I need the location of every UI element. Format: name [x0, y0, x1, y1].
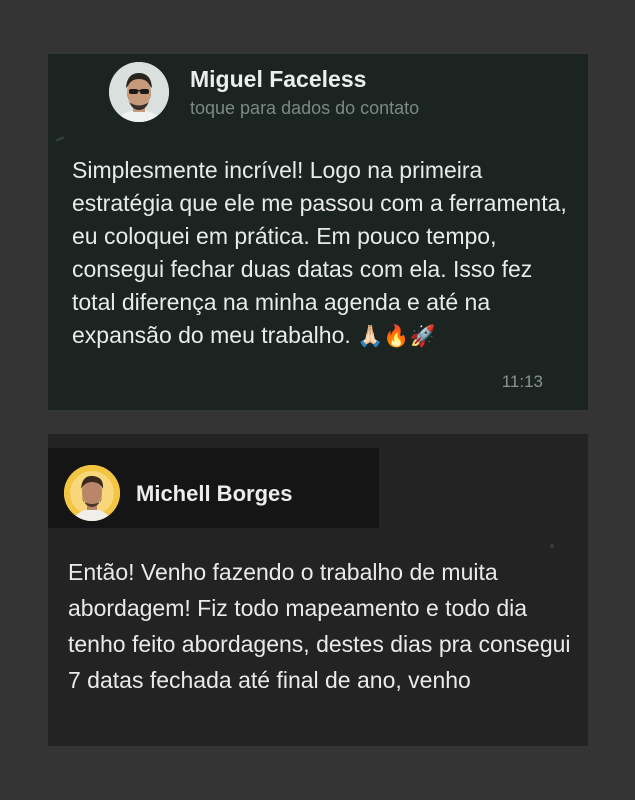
- message-text: Então! Venho fazendo o trabalho de muita…: [68, 559, 571, 693]
- contact-name[interactable]: Miguel Faceless: [190, 66, 366, 93]
- avatar-michell-icon[interactable]: [64, 465, 120, 521]
- message-card-miguel: Miguel Faceless toque para dados do cont…: [48, 54, 588, 410]
- avatar-miguel-icon[interactable]: [109, 62, 169, 122]
- message-text: Simplesmente incrível! Logo na primeira …: [72, 154, 572, 353]
- divider-mark: [55, 136, 65, 142]
- message-emojis: 🙏🏻🔥🚀: [357, 325, 436, 348]
- message-timestamp: 11:13: [501, 372, 543, 391]
- contact-subtitle[interactable]: toque para dados do contato: [190, 98, 419, 119]
- contact-name[interactable]: Michell Borges: [136, 481, 292, 507]
- message-card-michell: Michell Borges Então! Venho fazendo o tr…: [48, 434, 588, 746]
- divider-mark: [550, 544, 554, 548]
- message-body: Simplesmente incrível! Logo na primeira …: [72, 157, 567, 348]
